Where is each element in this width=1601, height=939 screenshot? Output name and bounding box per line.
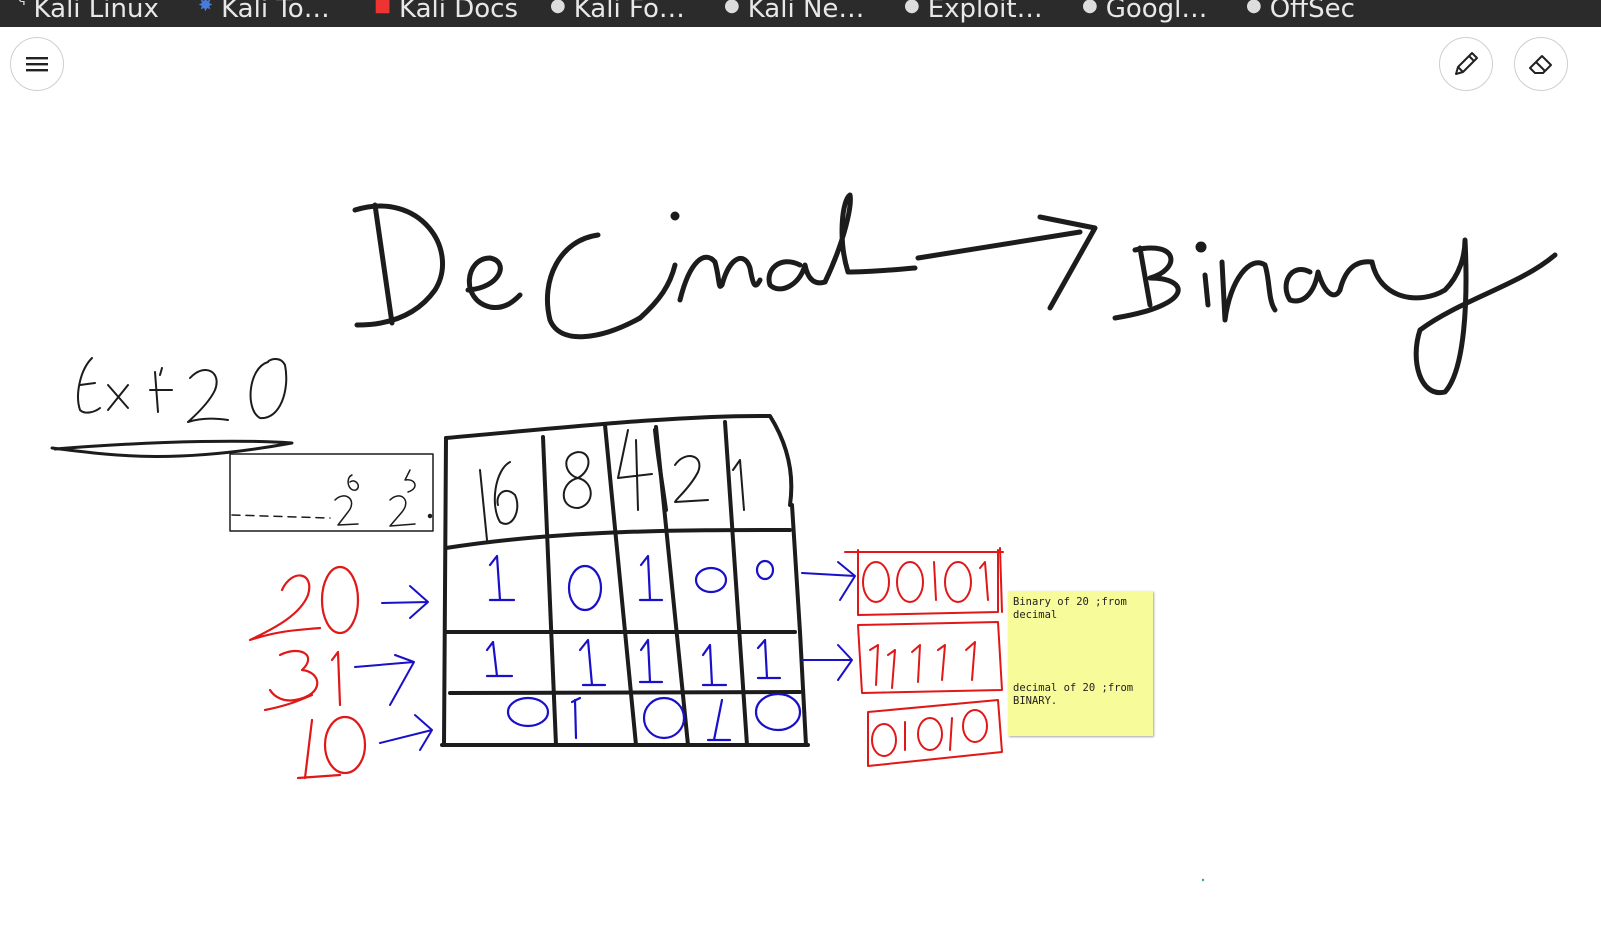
input-arrows (354, 585, 433, 751)
output-arrows (801, 561, 856, 681)
bookmark-offsec[interactable]: ● OffSec (1246, 0, 1355, 24)
bookmark-kali-linux[interactable]: ᕐ Kali Linux (18, 0, 159, 24)
bookmark-google-hacking[interactable]: ● Googl… (1082, 0, 1207, 24)
hamburger-menu-icon (26, 57, 48, 72)
pencil-icon (1455, 52, 1478, 75)
bookmark-kali-tools[interactable]: ✸ Kali To… (198, 0, 330, 24)
stray-dot (1201, 878, 1205, 882)
sticky-note-line-1: Binary of 20 ;from decimal (1013, 596, 1127, 621)
powers-note-box (229, 453, 434, 532)
bookmark-kali-docs[interactable]: ■ Kali Docs (374, 0, 518, 24)
globe-icon: ● (724, 0, 740, 16)
binary-table (440, 413, 810, 747)
kali-docs-icon: ■ (374, 0, 392, 16)
bookmark-kali-news[interactable]: ● Kali Ne… (724, 0, 864, 24)
bookmark-exploit-db[interactable]: ● Exploit… (904, 0, 1043, 24)
result-boxes (844, 547, 1004, 767)
pen-tool-button[interactable] (1439, 37, 1493, 91)
kali-dragon-icon: ᕐ (18, 0, 26, 16)
globe-icon: ● (904, 0, 920, 16)
whiteboard-canvas[interactable] (0, 27, 1601, 939)
eraser-icon (1529, 55, 1552, 74)
kali-tools-icon: ✸ (198, 0, 214, 16)
globe-icon: ● (1246, 0, 1262, 16)
decimal-numbers (248, 565, 367, 780)
globe-icon: ● (550, 0, 566, 16)
bookmarks-bar: ᕐ Kali Linux ✸ Kali To… ■ Kali Docs ● Kali F… (0, 0, 1601, 27)
eraser-tool-button[interactable] (1514, 37, 1568, 91)
example-label (77, 357, 288, 423)
globe-icon: ● (1082, 0, 1098, 16)
menu-button[interactable] (10, 37, 64, 91)
bookmark-kali-forums[interactable]: ● Kali Fo… (550, 0, 685, 24)
bits (485, 554, 802, 742)
sticky-note-line-2: decimal of 20 ;from BINARY. (1013, 682, 1134, 707)
sticky-note[interactable]: Binary of 20 ;from decimal decimal of 20… (1008, 591, 1153, 736)
title-handwriting (352, 192, 1558, 396)
